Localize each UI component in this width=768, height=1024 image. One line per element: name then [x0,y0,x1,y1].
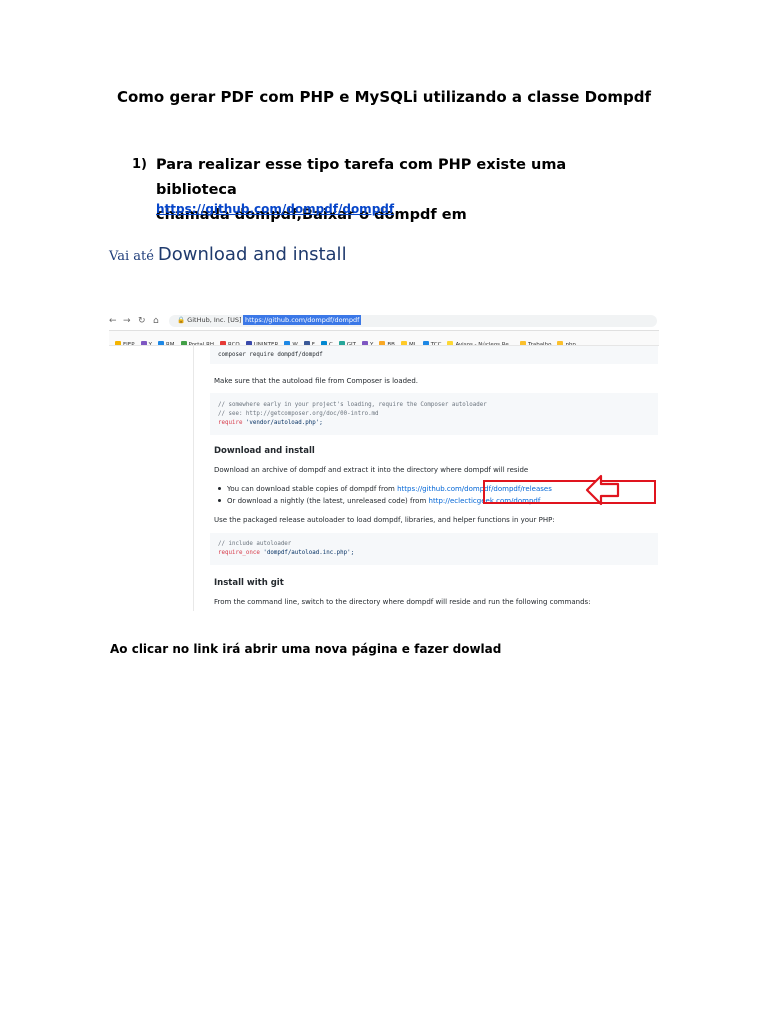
code-require-line: require 'vendor/autoload.php'; [218,420,323,426]
heading-install-git: Install with git [214,578,284,588]
browser-address-bar: ← → ↻ ⌂ 🔒 GitHub, Inc. [US] | https://gi… [109,313,659,331]
code-block-composer: composer require dompdf/dompdf [210,346,658,364]
reload-icon[interactable]: ↻ [138,316,146,326]
heading-download-install: Download and install [214,446,315,456]
omnibox[interactable]: 🔒 GitHub, Inc. [US] | https://github.com… [169,315,657,327]
bookmark-item[interactable]: Portal RH [180,338,214,345]
code-block-autoload: // somewhere early in your project's loa… [210,393,658,435]
vai-ate-label: Vai até [109,249,154,264]
arrow-left-icon [585,474,620,506]
bookmark-item[interactable]: Y [140,338,152,346]
code-comment-1: // somewhere early in your project's loa… [218,402,487,408]
bullet-dot [218,499,221,502]
dompdf-link[interactable]: https://github.com/dompdf/dompdf [156,202,394,216]
bookmark-item[interactable]: Y [362,338,373,345]
site-label: GitHub, Inc. [US] [187,316,242,324]
bookmark-item[interactable]: UNINTER [245,338,278,345]
bookmark-icon [157,341,164,345]
code-string: 'vendor/autoload.php'; [245,420,323,426]
bookmark-item[interactable]: Avisos - Núcleos Re... [447,338,514,345]
vai-ate-target: Download and install [157,244,347,265]
code-comment-include: // include autoloader [218,541,292,547]
bookmark-item[interactable]: FIEP [115,338,135,346]
bullet-dot [218,487,221,490]
code-comment-2: // see: http://getcomposer.org/doc/00-in… [218,411,379,417]
code-string: 'dompdf/autoload.inc.php'; [263,550,355,556]
bookmark-label: RM [165,342,175,346]
bookmark-icon [140,341,147,345]
bookmark-item[interactable]: Trabalho [520,338,551,345]
autoload-text: Make sure that the autoload file from Co… [214,377,419,385]
bookmark-item[interactable]: F [303,338,315,345]
bookmark-item[interactable]: RCO [220,338,240,345]
highlight-box [483,480,656,504]
list-number: 1) [132,157,147,172]
site-identity: 🔒 GitHub, Inc. [US] | [177,316,246,324]
bullet-stable-text: You can download stable copies of dompdf… [227,485,395,493]
bookmark-label: FIEP [123,342,135,346]
bookmarks-bar: FIEP Y RM Portal RH RCO UNINTER W F C GIT Y BB ML TCC… [109,331,659,346]
bookmark-item[interactable]: W [284,338,298,345]
code-composer-line: composer require dompdf/dompdf [218,352,323,358]
bookmark-item[interactable]: BB [379,338,395,345]
download-text: Download an archive of dompdf and extrac… [214,466,529,474]
bookmark-icon [180,341,187,345]
home-icon[interactable]: ⌂ [153,316,159,326]
git-text: From the command line, switch to the dir… [214,598,591,606]
bookmark-icon [115,341,121,345]
code-keyword: require_once [218,550,260,556]
bookmark-item[interactable]: ML [400,338,417,345]
list-item-text: Para realizar esse tipo tarefa com PHP e… [156,153,626,228]
bookmark-label: Y [148,342,152,346]
back-icon[interactable]: ← [109,316,117,326]
bookmark-item[interactable]: RM [157,338,175,346]
bookmark-item[interactable]: TCC [422,338,441,345]
forward-icon[interactable]: → [123,316,131,326]
bookmark-item[interactable]: C [320,338,333,345]
vai-ate-heading: Vai até Download and install [109,244,347,265]
bookmark-item[interactable]: GIT [338,338,356,345]
page-title: Como gerar PDF com PHP e MySQLi utilizan… [116,88,652,106]
list-item-line-1: Para realizar esse tipo tarefa com PHP e… [156,157,567,198]
footer-text: Ao clicar no link irá abrir uma nova pág… [110,642,502,656]
bullet-nightly-text: Or download a nightly (the latest, unrel… [227,497,427,505]
code-require-once-line: require_once 'dompdf/autoload.inc.php'; [218,550,354,556]
embedded-screenshot: ← → ↻ ⌂ 🔒 GitHub, Inc. [US] | https://gi… [109,313,659,611]
url-text[interactable]: https://github.com/dompdf/dompdf [243,315,362,325]
bookmark-item[interactable]: php [557,338,576,345]
code-block-include: // include autoloader require_once 'domp… [210,533,658,565]
packaged-text: Use the packaged release autoloader to l… [214,516,555,524]
code-keyword: require [218,420,243,426]
